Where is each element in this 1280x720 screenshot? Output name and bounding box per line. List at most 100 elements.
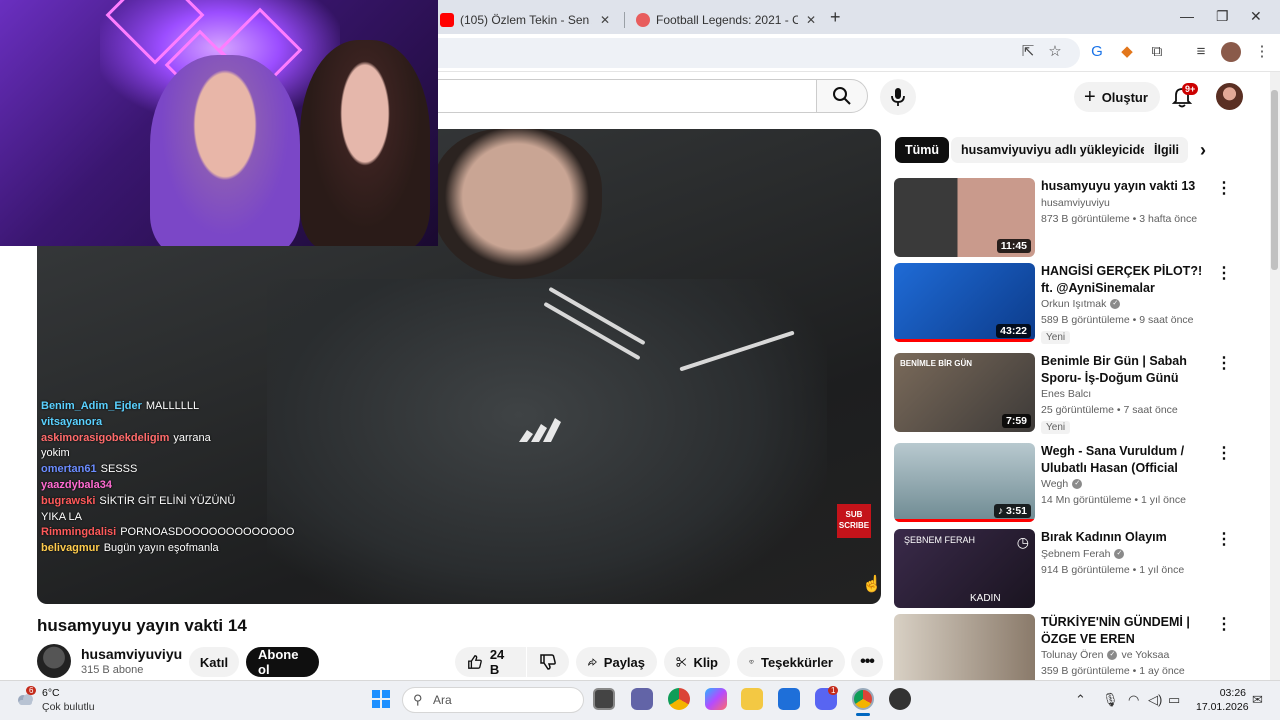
close-tab-icon[interactable]: ✕ bbox=[600, 13, 610, 27]
recommended-channel[interactable]: Şebnem Ferah ✓ bbox=[1041, 548, 1125, 560]
scissors-icon bbox=[676, 657, 687, 667]
file-explorer-icon[interactable] bbox=[741, 688, 763, 710]
watch-progress-bar bbox=[894, 519, 1035, 522]
recommended-video[interactable]: ŞEBNEM FERAH KADIN ◷ Bırak Kadının Olayım Şe… bbox=[894, 529, 1254, 609]
dislike-button[interactable] bbox=[527, 647, 569, 677]
system-clock[interactable]: 03:26 17.01.2026 bbox=[1196, 686, 1249, 714]
voice-search-button[interactable] bbox=[880, 79, 916, 115]
tab-label: (105) Özlem Tekin - Sen Anla - Y bbox=[460, 13, 592, 27]
search-button[interactable] bbox=[816, 79, 868, 113]
scrollbar-thumb[interactable] bbox=[1271, 90, 1278, 270]
video-thumbnail[interactable]: ♪ 3:51 bbox=[894, 443, 1035, 522]
join-button[interactable]: Katıl bbox=[189, 647, 239, 677]
game-favicon-icon bbox=[636, 13, 650, 27]
more-vertical-icon[interactable]: ⋮ bbox=[1216, 263, 1232, 283]
weather-condition: Çok bulutlu bbox=[42, 701, 95, 713]
recommended-channel[interactable]: Wegh ✓ bbox=[1041, 478, 1083, 490]
maximize-icon[interactable]: ❐ bbox=[1216, 8, 1229, 25]
recommended-channel[interactable]: Tolunay Ören ✓ ve Yoksaa bbox=[1041, 649, 1169, 661]
like-count: 24 B bbox=[489, 647, 505, 677]
more-vertical-icon[interactable]: ⋮ bbox=[1216, 614, 1232, 634]
recommended-video[interactable]: BENİMLE BİR GÜN 7:59 Benimle Bir Gün | Sab… bbox=[894, 353, 1254, 434]
more-vertical-icon[interactable]: ⋮ bbox=[1216, 529, 1232, 549]
more-vertical-icon[interactable]: ⋮ bbox=[1216, 353, 1232, 373]
microsoft-store-icon[interactable] bbox=[778, 688, 800, 710]
chip-from-uploader[interactable]: husamviyuviyu adlı yükleyiciden bbox=[951, 137, 1165, 163]
profile-avatar-icon[interactable] bbox=[1221, 42, 1241, 62]
weather-widget[interactable]: 6 6°C Çok bulutlu bbox=[14, 686, 134, 716]
close-tab-icon[interactable]: ✕ bbox=[806, 13, 816, 27]
video-thumbnail[interactable]: 11:45 bbox=[894, 178, 1035, 257]
media-control-icon[interactable]: ≡ bbox=[1191, 42, 1211, 62]
bookmark-star-icon[interactable]: ☆ bbox=[1045, 42, 1065, 62]
recommended-title[interactable]: Bırak Kadının Olayım bbox=[1041, 529, 1216, 546]
view-meta: 25 görüntüleme • 7 saat önce bbox=[1041, 404, 1178, 416]
volume-icon[interactable]: ◁) bbox=[1148, 692, 1162, 708]
recommended-video[interactable]: 11:45 husamyuyu yayın vakti 13 husamviyuvi… bbox=[894, 178, 1254, 258]
create-button[interactable]: + Oluştur bbox=[1074, 82, 1160, 112]
recommended-channel[interactable]: husamviyuviyu bbox=[1041, 197, 1110, 209]
chip-all[interactable]: Tümü bbox=[895, 137, 950, 163]
recording-app-icon[interactable] bbox=[889, 688, 911, 710]
recommended-title[interactable]: Benimle Bir Gün | Sabah Sporu- İş-Doğum … bbox=[1041, 353, 1216, 387]
recommended-title[interactable]: HANGİSİ GERÇEK PİLOT?! ft. @AyniSinemala… bbox=[1041, 263, 1216, 297]
share-button[interactable]: Paylaş bbox=[576, 647, 657, 677]
chat-text: Bugün yayın eşofmanla bbox=[103, 542, 219, 555]
extensions-puzzle-icon[interactable]: ⧉ bbox=[1147, 42, 1167, 62]
recommended-title[interactable]: Wegh - Sana Vuruldum / Ulubatlı Hasan (O… bbox=[1041, 443, 1216, 477]
youtube-favicon-icon bbox=[440, 13, 454, 27]
recommended-channel[interactable]: Enes Balcı bbox=[1041, 388, 1091, 400]
watch-later-icon[interactable]: ◷ bbox=[1017, 534, 1029, 551]
svg-text:$: $ bbox=[751, 662, 753, 664]
recommended-channel[interactable]: Orkun Işıtmak ✓ bbox=[1041, 298, 1121, 310]
metamask-extension-icon[interactable]: ◆ bbox=[1117, 42, 1137, 62]
browser-tab-football[interactable]: Football Legends: 2021 - Oyunu ✕ bbox=[626, 6, 826, 34]
minimize-icon[interactable]: — bbox=[1180, 8, 1194, 24]
taskbar-search-input[interactable]: ⚲ Ara bbox=[402, 687, 584, 713]
video-thumbnail[interactable]: 43:22 bbox=[894, 263, 1035, 342]
browser-tab-youtube[interactable]: (105) Özlem Tekin - Sen Anla - Y ✕ bbox=[430, 6, 620, 34]
channel-name[interactable]: husamviyuviyu bbox=[81, 646, 182, 662]
battery-icon[interactable]: ▭ bbox=[1168, 692, 1180, 708]
more-vertical-icon[interactable]: ⋮ bbox=[1216, 443, 1232, 463]
copilot-icon[interactable] bbox=[705, 688, 727, 710]
chat-app-icon[interactable] bbox=[631, 688, 653, 710]
chip-related[interactable]: İlgili bbox=[1144, 137, 1188, 163]
video-thumbnail[interactable]: BENİMLE BİR GÜN 7:59 bbox=[894, 353, 1035, 432]
subscribe-overlay-badge[interactable]: SUB SCRIBE bbox=[837, 504, 871, 538]
task-view-icon[interactable] bbox=[593, 688, 615, 710]
more-vertical-icon[interactable]: ⋮ bbox=[1216, 178, 1232, 198]
recommended-video[interactable]: ♪ 3:51 Wegh - Sana Vuruldum / Ulubatlı Ha… bbox=[894, 443, 1254, 523]
microphone-tray-icon[interactable]: 🎙 bbox=[1102, 692, 1119, 708]
recommended-title[interactable]: husamyuyu yayın vakti 13 bbox=[1041, 178, 1216, 195]
browser-menu-icon[interactable]: ⋮ bbox=[1252, 42, 1272, 62]
more-actions-button[interactable]: ••• bbox=[851, 647, 883, 677]
subscribe-button[interactable]: Abone ol bbox=[246, 647, 319, 677]
verified-check-icon: ✓ bbox=[1110, 299, 1121, 309]
thanks-button[interactable]: $ Teşekkürler bbox=[737, 647, 845, 677]
channel-avatar[interactable] bbox=[37, 644, 71, 678]
notification-center-icon[interactable]: ✉ bbox=[1252, 692, 1263, 708]
clip-button[interactable]: Klip bbox=[664, 647, 730, 677]
recommended-title[interactable]: TÜRKİYE'NİN GÜNDEMİ | ÖZGE VE EREN bbox=[1041, 614, 1216, 648]
channel-label: Şebnem Ferah bbox=[1041, 548, 1111, 560]
search-input[interactable] bbox=[420, 79, 816, 113]
chrome-icon[interactable] bbox=[668, 688, 690, 710]
chat-message: omertan61 SESSS bbox=[41, 462, 241, 478]
windows-start-icon[interactable] bbox=[371, 689, 391, 709]
like-button[interactable]: 24 B bbox=[455, 647, 526, 677]
chrome-active-icon[interactable] bbox=[852, 688, 874, 710]
chat-message: Benim_Adim_Ejder MALLLLLL bbox=[41, 399, 241, 415]
install-app-icon[interactable]: ⇱ bbox=[1018, 42, 1038, 62]
recommended-video[interactable]: 43:22 HANGİSİ GERÇEK PİLOT?! ft. @AyniSin… bbox=[894, 263, 1254, 344]
account-avatar[interactable] bbox=[1216, 83, 1243, 110]
chevron-up-icon[interactable]: ⌃ bbox=[1075, 692, 1086, 708]
translate-extension-icon[interactable]: G bbox=[1087, 42, 1107, 62]
search-placeholder: Ara bbox=[433, 693, 452, 707]
new-tab-icon[interactable]: + bbox=[830, 7, 841, 28]
wifi-icon[interactable]: ◠ bbox=[1128, 692, 1139, 708]
url-field[interactable] bbox=[420, 38, 1080, 68]
chevron-right-icon[interactable]: › bbox=[1200, 140, 1206, 161]
close-window-icon[interactable]: ✕ bbox=[1250, 8, 1262, 25]
video-thumbnail[interactable]: ŞEBNEM FERAH KADIN ◷ bbox=[894, 529, 1035, 608]
